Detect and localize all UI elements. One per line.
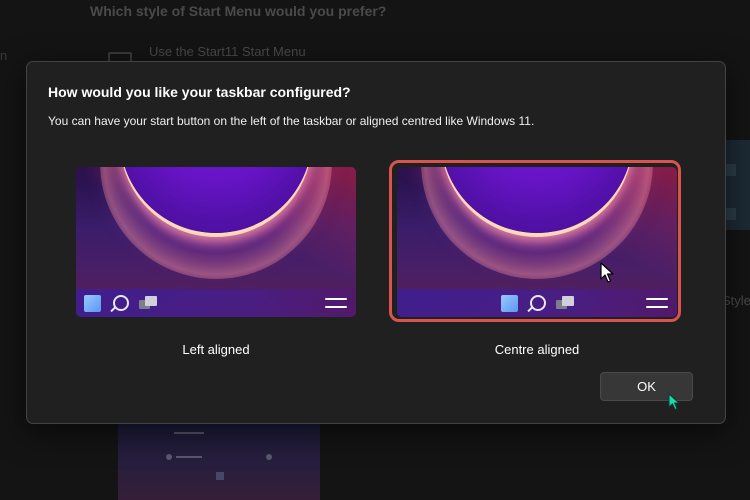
left-aligned-option[interactable]	[76, 167, 356, 317]
taskbar-config-dialog: How would you like your taskbar configur…	[26, 61, 726, 424]
task-view-icon	[139, 296, 157, 310]
mouse-pointer-icon	[600, 262, 614, 283]
windows-start-icon	[501, 295, 518, 312]
hamburger-menu-icon	[325, 298, 347, 308]
taskbar-preview	[76, 289, 356, 317]
centre-aligned-label[interactable]: Centre aligned	[397, 342, 677, 357]
background-style-card	[118, 424, 320, 500]
background-option-label: Use the Start11 Start Menu	[149, 44, 306, 59]
centre-aligned-option[interactable]	[397, 167, 677, 317]
search-icon	[530, 295, 546, 311]
dialog-title: How would you like your taskbar configur…	[48, 84, 351, 100]
background-edge-text: n	[0, 48, 8, 63]
taskbar-preview	[397, 289, 677, 317]
dialog-subtitle: You can have your start button on the le…	[48, 114, 535, 128]
hamburger-menu-icon	[646, 298, 668, 308]
background-question: Which style of Start Menu would you pref…	[90, 3, 387, 19]
task-view-icon	[556, 296, 574, 310]
cursor-arrow-icon	[668, 393, 680, 410]
windows-start-icon	[84, 295, 101, 312]
left-aligned-label[interactable]: Left aligned	[76, 342, 356, 357]
search-icon	[113, 295, 129, 311]
background-style-text: Style	[722, 293, 750, 308]
